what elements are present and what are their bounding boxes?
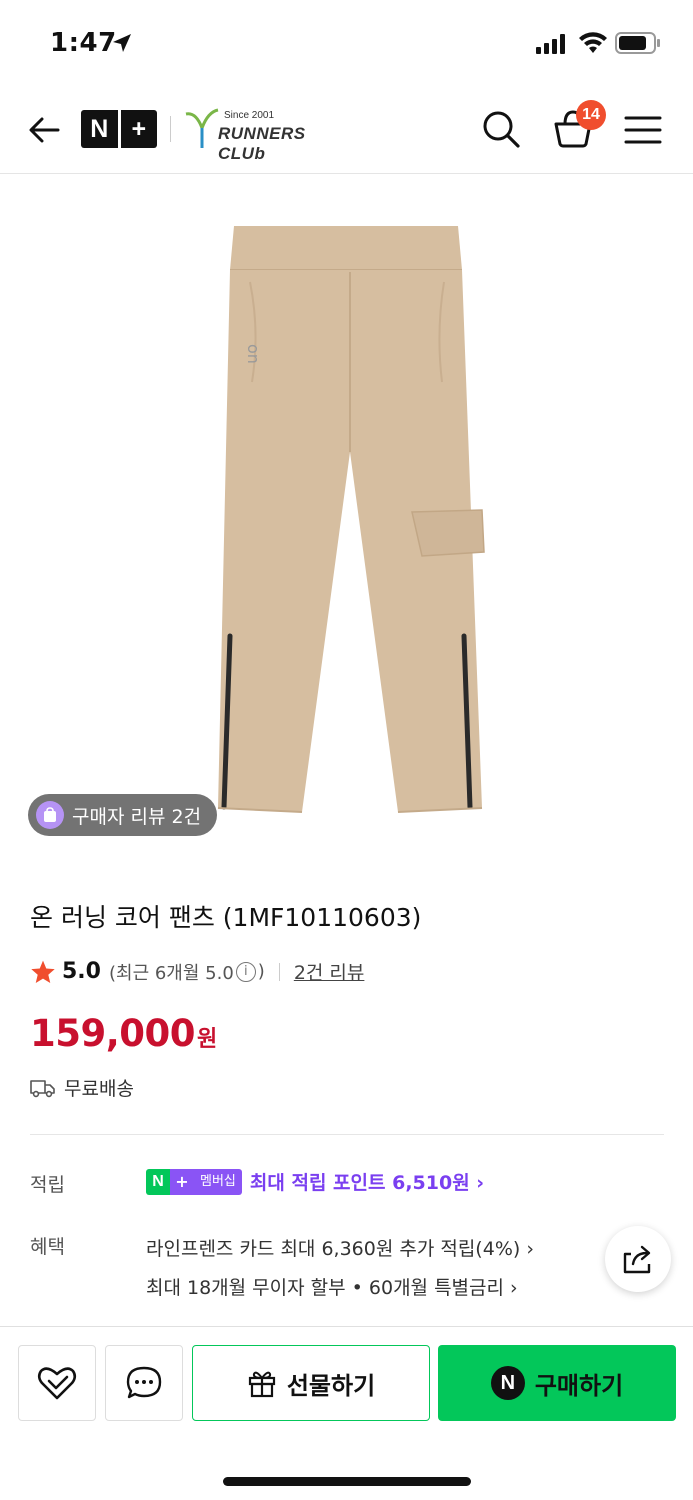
search-icon[interactable] [480,108,522,150]
status-bar: 1:47 [0,0,693,86]
logo-plus: + [131,115,147,143]
rating-row: 5.0 (최근 6개월 5.0 i ) 2건 리뷰 [30,958,364,985]
shipping-info: 무료배송 [30,1074,134,1101]
product-image-pants[interactable]: on [190,222,510,822]
battery-icon [615,32,660,54]
naver-plus-store-logo[interactable]: N + [81,110,157,148]
badge-n: N [146,1168,170,1195]
wifi-icon [579,32,607,53]
runners-club-mark-icon [185,108,219,148]
section-divider [30,1134,664,1135]
membership-points-row[interactable]: N + 멤버십 최대 적립 포인트 6,510원 › [146,1168,484,1195]
card-benefit-link[interactable]: 라인프렌즈 카드 최대 6,360원 추가 적립(4%) › [146,1234,534,1261]
recent-rating-text: (최근 6개월 5.0 [108,962,234,984]
logo-since-text: Since 2001 [224,110,275,121]
rating-divider [278,962,280,981]
rating-score: 5.0 [62,959,101,984]
recent-rating: (최근 6개월 5.0 i ) [109,959,265,985]
heart-check-icon [37,1367,77,1400]
delivery-truck-icon [30,1079,55,1097]
chat-bubble-icon [126,1366,162,1399]
badge-plus: + [170,1168,194,1195]
naver-plus-membership-badge: N + 멤버십 [146,1168,242,1195]
bottom-action-bar: 선물하기 N 구매하기 [0,1326,693,1500]
hamburger-menu-icon[interactable] [624,112,662,148]
header-divider [170,116,171,142]
runners-club-logo[interactable]: Since 2001 RUNNERS CLUb [182,104,352,163]
wishlist-button[interactable] [18,1345,96,1421]
product-title: 온 러닝 코어 팬츠 (1MF10110603) [30,903,422,932]
buy-button[interactable]: N 구매하기 [438,1345,676,1421]
product-price: 159,000원 [30,1012,217,1055]
shipping-text: 무료배송 [64,1078,134,1100]
review-count-link[interactable]: 2건 리뷰 [294,958,365,985]
share-button[interactable] [605,1226,671,1292]
gift-label: 선물하기 [286,1371,376,1400]
cellular-signal-icon [536,34,565,54]
badge-membership-text: 멤버십 [194,1168,242,1195]
benefit-label: 혜택 [30,1236,65,1258]
gift-button[interactable]: 선물하기 [192,1345,430,1421]
svg-text:on: on [244,344,263,364]
price-currency: 원 [197,1027,218,1052]
chat-inquiry-button[interactable] [105,1345,183,1421]
location-arrow-icon [113,34,131,52]
logo-brand-text: RUNNERS CLUb [218,124,306,163]
installment-benefit-link[interactable]: 최대 18개월 무이자 할부 • 60개월 특별금리 › [146,1273,518,1300]
home-indicator[interactable] [223,1477,471,1486]
naver-pay-n-icon: N [490,1366,525,1400]
price-amount: 159,000 [30,1012,196,1055]
gift-icon [248,1371,275,1398]
back-arrow-icon[interactable] [24,110,64,150]
status-time: 1:47 [50,28,117,58]
shopping-bag-icon [36,801,64,829]
review-chip-label: 구매자 리뷰 2건 [72,805,202,828]
buyer-review-chip[interactable]: 구매자 리뷰 2건 [28,794,218,836]
recent-rating-close: ) [257,961,265,982]
star-icon [31,960,55,983]
points-label: 적립 [30,1174,65,1196]
max-points-text: 최대 적립 포인트 6,510원 › [249,1172,485,1194]
buy-label: 구매하기 [534,1371,624,1400]
cart-count-badge: 14 [576,100,606,130]
logo-n: N [90,115,109,143]
info-icon[interactable]: i [235,961,256,982]
share-icon [623,1245,651,1274]
